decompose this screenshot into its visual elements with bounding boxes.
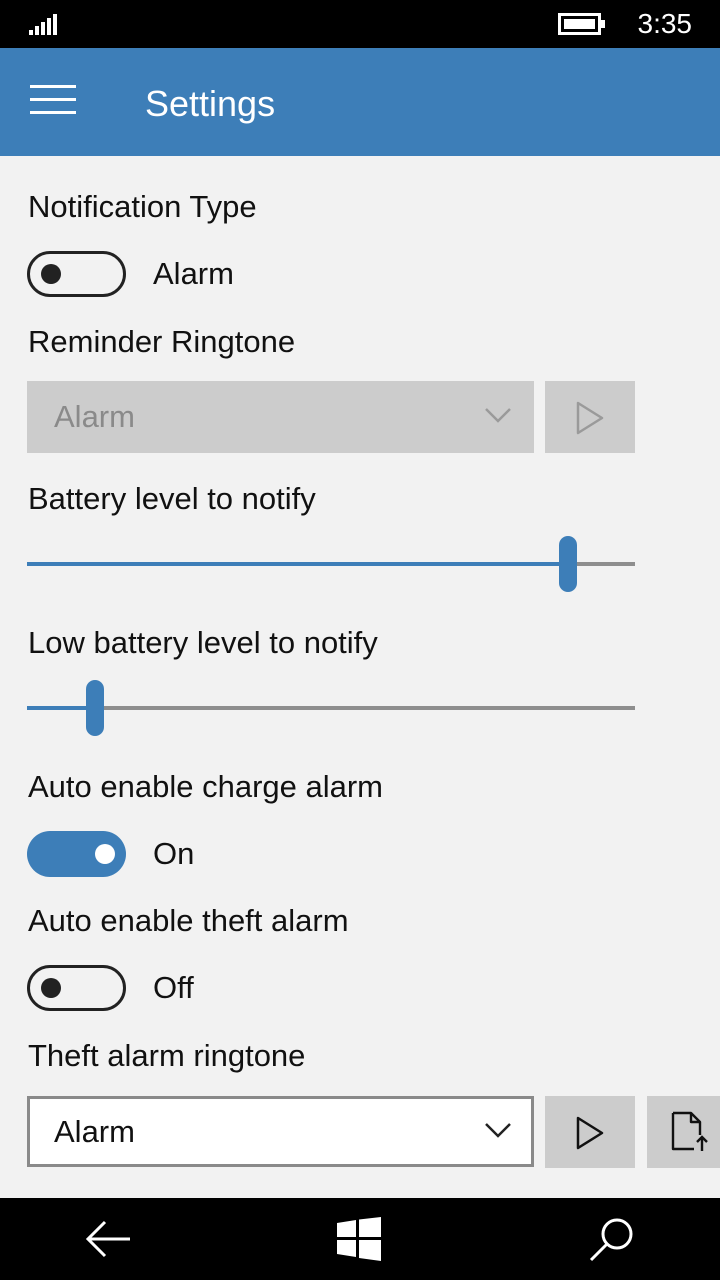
chevron-down-icon bbox=[485, 408, 511, 423]
play-icon bbox=[576, 401, 604, 435]
theft-ringtone-row: Alarm bbox=[0, 1096, 720, 1168]
settings-content[interactable]: Notification Type Alarm Reminder Rington… bbox=[0, 156, 720, 1198]
status-bar: 3:35 bbox=[0, 0, 720, 48]
theft-file-button[interactable] bbox=[647, 1096, 720, 1168]
reminder-ringtone-value: Alarm bbox=[54, 399, 135, 434]
reminder-play-button bbox=[545, 381, 635, 453]
reminder-ringtone-label: Reminder Ringtone bbox=[28, 324, 296, 359]
reminder-ringtone-dropdown: Alarm bbox=[27, 381, 534, 453]
navigation-bar bbox=[0, 1198, 720, 1280]
theft-ringtone-dropdown[interactable]: Alarm bbox=[27, 1096, 534, 1167]
theft-play-button[interactable] bbox=[545, 1096, 635, 1168]
hamburger-menu-icon[interactable] bbox=[30, 85, 78, 119]
play-icon bbox=[576, 1116, 604, 1150]
slider-fill bbox=[27, 706, 95, 710]
file-upload-icon bbox=[671, 1111, 708, 1151]
auto-theft-alarm-label: Auto enable theft alarm bbox=[28, 903, 349, 938]
notification-type-label: Notification Type bbox=[28, 189, 257, 224]
auto-theft-alarm-toggle[interactable] bbox=[27, 965, 126, 1011]
low-battery-level-slider[interactable] bbox=[27, 680, 635, 736]
toggle-knob bbox=[41, 264, 61, 284]
reminder-ringtone-row: Alarm bbox=[0, 381, 720, 453]
signal-bars-icon bbox=[29, 14, 57, 35]
battery-level-slider[interactable] bbox=[27, 536, 635, 592]
auto-charge-alarm-label: Auto enable charge alarm bbox=[28, 769, 384, 804]
battery-icon bbox=[558, 13, 605, 35]
page-title: Settings bbox=[145, 83, 276, 124]
notification-type-toggle[interactable] bbox=[27, 251, 126, 297]
search-icon[interactable] bbox=[587, 1215, 637, 1265]
notification-type-state: Alarm bbox=[153, 256, 234, 291]
toggle-knob bbox=[41, 978, 61, 998]
clock: 3:35 bbox=[637, 8, 693, 39]
slider-thumb[interactable] bbox=[559, 536, 577, 592]
chevron-down-icon bbox=[485, 1123, 511, 1138]
slider-fill bbox=[27, 562, 568, 566]
app-header: Settings bbox=[0, 48, 720, 156]
low-battery-level-label: Low battery level to notify bbox=[28, 625, 378, 660]
toggle-knob bbox=[95, 844, 115, 864]
auto-theft-alarm-state: Off bbox=[153, 970, 194, 1005]
slider-track bbox=[27, 706, 635, 710]
theft-ringtone-value: Alarm bbox=[54, 1114, 135, 1149]
back-arrow-icon[interactable] bbox=[84, 1219, 132, 1259]
theft-ringtone-label: Theft alarm ringtone bbox=[28, 1038, 306, 1073]
battery-level-label: Battery level to notify bbox=[28, 481, 316, 516]
auto-charge-alarm-state: On bbox=[153, 836, 195, 871]
auto-charge-alarm-toggle[interactable] bbox=[27, 831, 126, 877]
windows-start-icon[interactable] bbox=[337, 1217, 381, 1261]
slider-thumb[interactable] bbox=[86, 680, 104, 736]
